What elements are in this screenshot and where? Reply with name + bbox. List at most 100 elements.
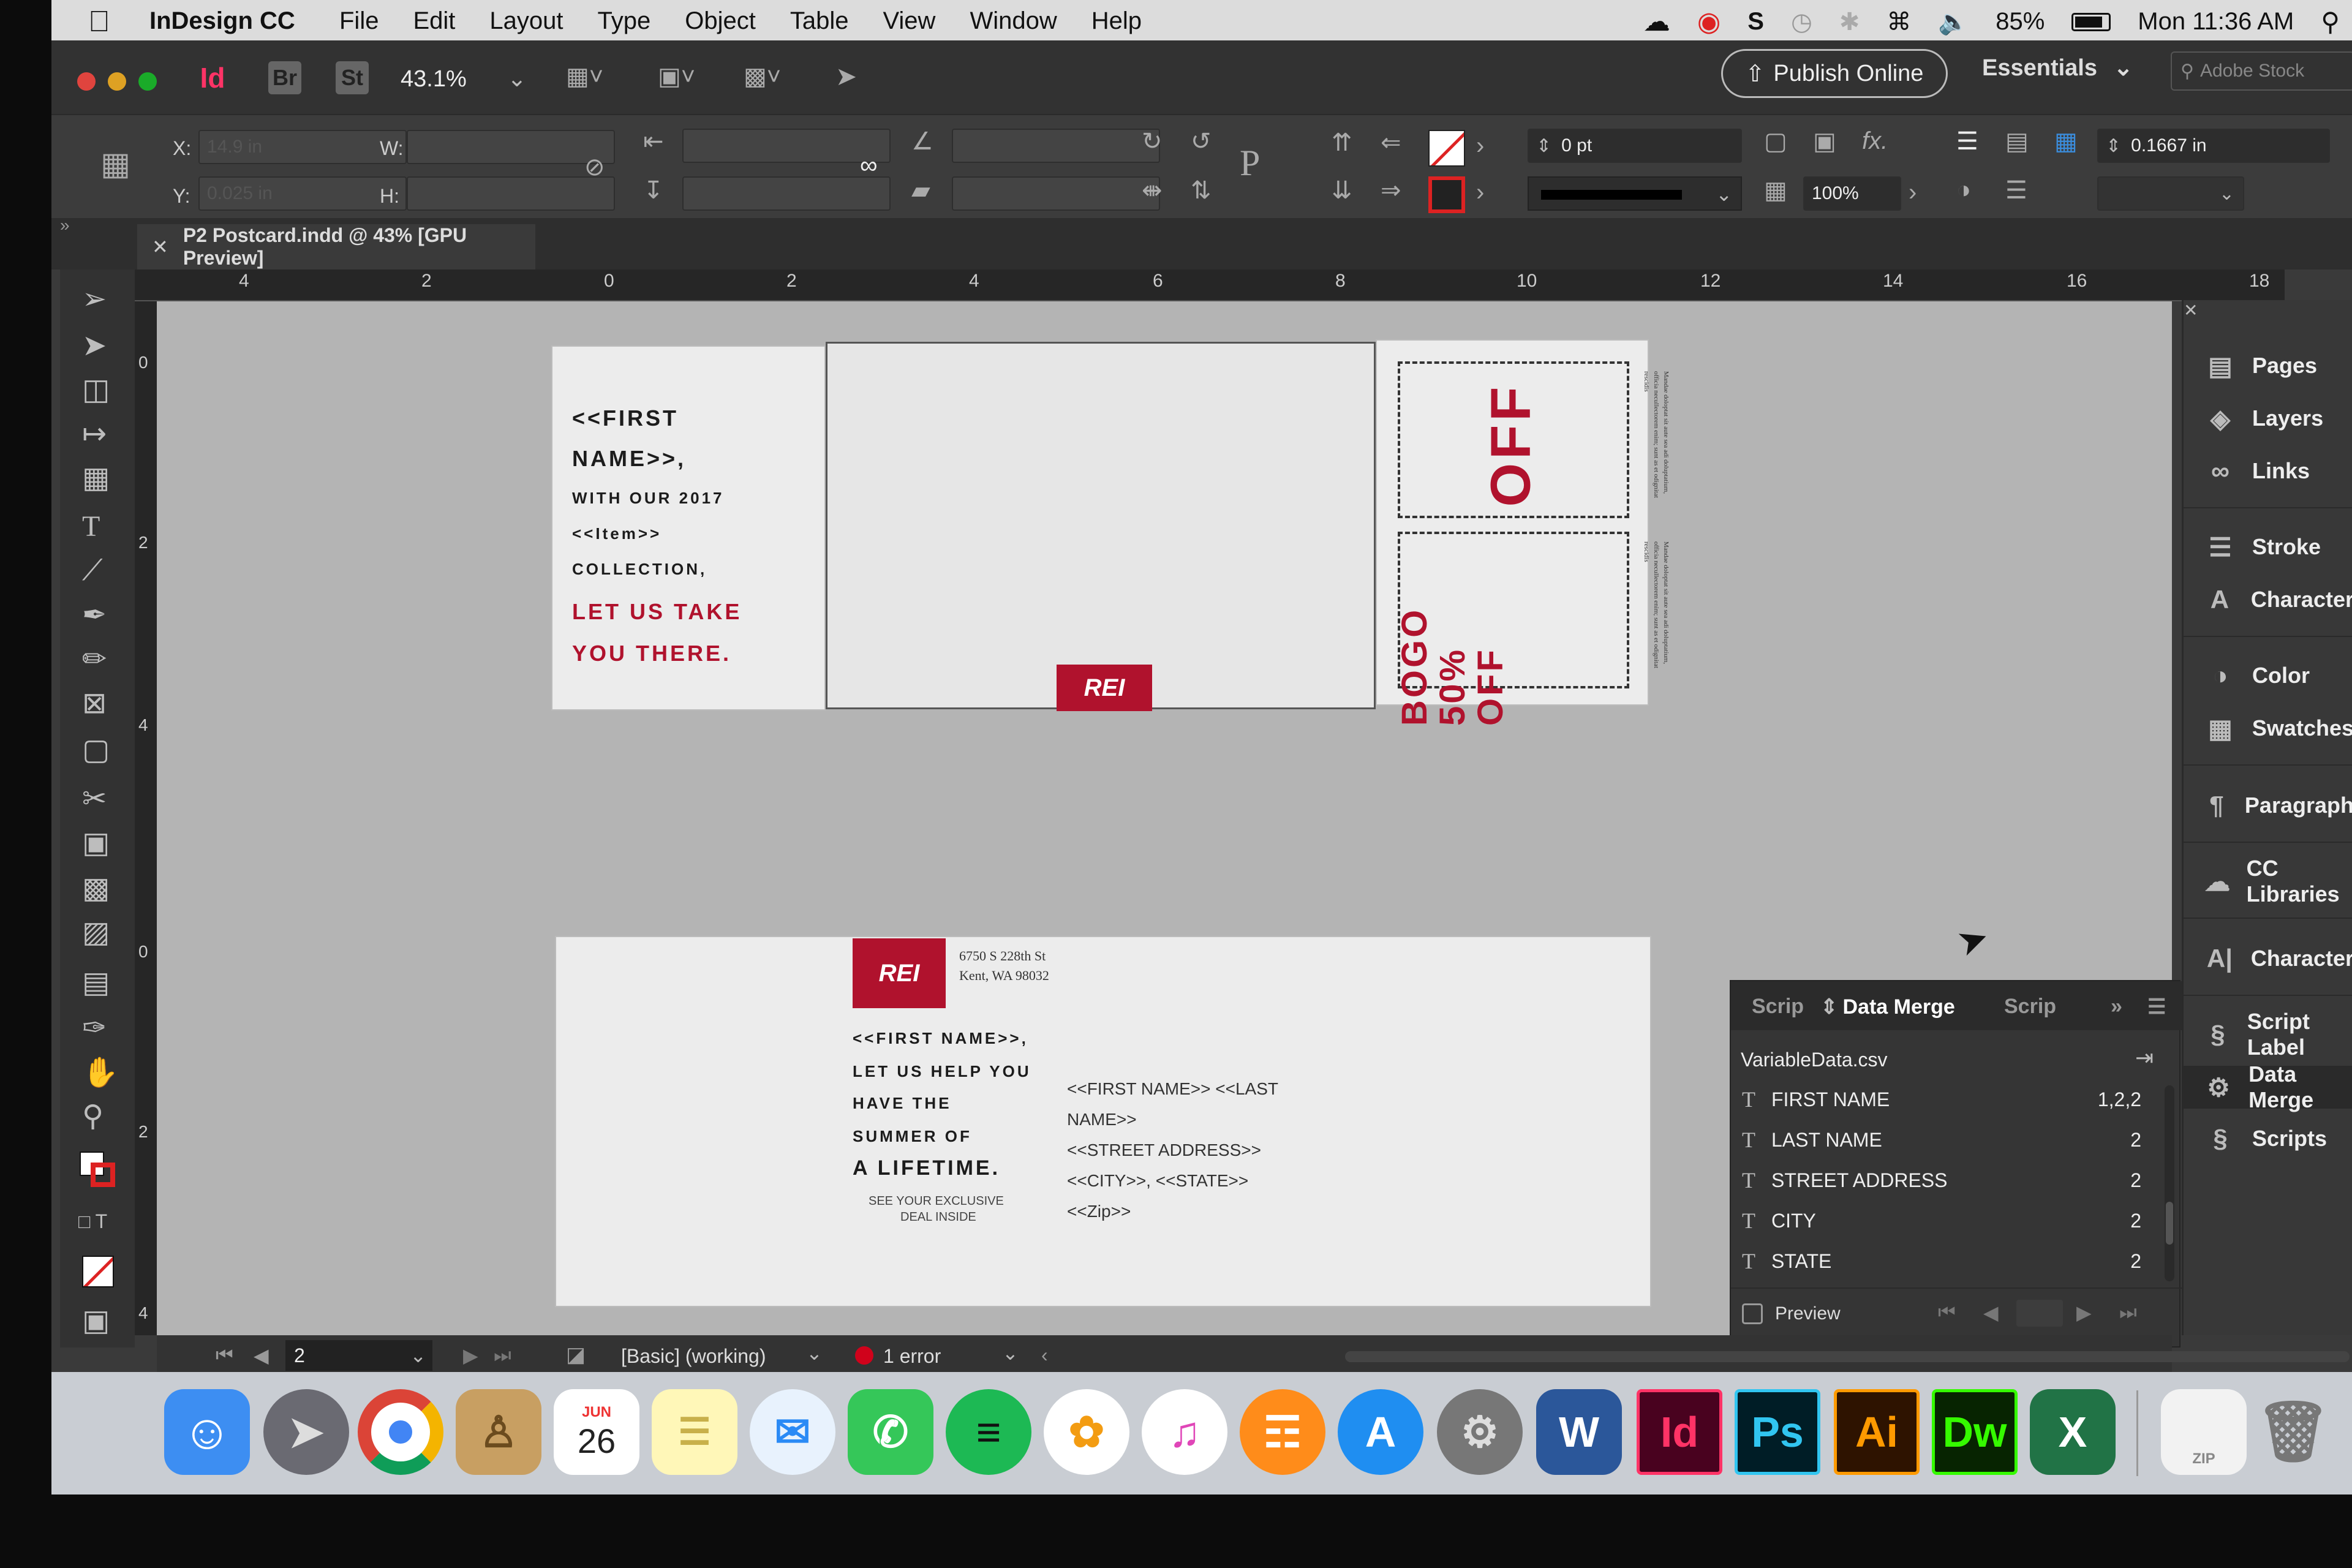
chevron-down-icon[interactable]: ⌄: [806, 1341, 823, 1365]
merge-field-row[interactable]: T LAST NAME 2: [1731, 1120, 2160, 1160]
page-number-field[interactable]: 2 ⌄: [285, 1340, 432, 1371]
panel-stroke[interactable]: ☰ Stroke: [2184, 526, 2352, 568]
merge-field-row[interactable]: T CITY 2: [1731, 1200, 2160, 1241]
y-position-field[interactable]: 0.025 in: [198, 176, 407, 211]
gap-tool-icon[interactable]: ↦: [82, 417, 107, 451]
rotation-icon[interactable]: ∠: [911, 127, 933, 156]
pencil-tool-icon[interactable]: ✏: [82, 642, 107, 676]
panel-script-label[interactable]: § Script Label: [2184, 1009, 2352, 1060]
text-wrap-none-icon[interactable]: ☰: [1956, 127, 1978, 156]
publish-rocket-icon[interactable]: ➤: [835, 61, 857, 91]
scale-x-field[interactable]: [682, 129, 891, 163]
fill-stroke-proxy[interactable]: [80, 1152, 116, 1188]
selection-tool-icon[interactable]: ➢: [82, 282, 107, 316]
zip-archive-icon[interactable]: ZIP: [2161, 1389, 2247, 1475]
panel-menu-icon[interactable]: ☰: [2147, 995, 2166, 1019]
workspace-switcher[interactable]: Essentials ⌄: [1982, 54, 2133, 81]
contacts-app-icon[interactable]: ♙: [456, 1389, 541, 1475]
type-tool-icon[interactable]: T: [82, 510, 100, 543]
merge-field-row[interactable]: T FIRST NAME 1,2,2: [1731, 1079, 2160, 1120]
launchpad-app-icon[interactable]: ➤: [263, 1389, 349, 1475]
scale-y-icon[interactable]: ↧: [643, 176, 664, 205]
menu-object[interactable]: Object: [685, 7, 756, 35]
panel-scripts[interactable]: § Scripts: [2184, 1117, 2352, 1160]
record-number-field[interactable]: [2016, 1300, 2063, 1327]
direct-selection-tool-icon[interactable]: ➤: [82, 328, 107, 363]
panel-links[interactable]: ∞ Links: [2184, 450, 2352, 492]
illustrator-app-icon[interactable]: Ai: [1834, 1389, 1920, 1475]
calendar-app-icon[interactable]: JUN 26: [554, 1389, 639, 1475]
menu-file[interactable]: File: [339, 7, 379, 35]
constrain-proportions-icon[interactable]: ⊘: [584, 153, 605, 181]
front-center-panel[interactable]: REI: [826, 342, 1376, 711]
itunes-app-icon[interactable]: ♫: [1142, 1389, 1227, 1475]
create-merged-document-icon[interactable]: ⇥: [2135, 1045, 2154, 1071]
creative-cloud-icon[interactable]: ☁: [1643, 6, 1670, 37]
rectangle-tool-icon[interactable]: ▢: [82, 733, 110, 767]
object-style-select[interactable]: ⌄: [2097, 176, 2244, 211]
indesign-app-icon[interactable]: Id: [1637, 1389, 1722, 1475]
scroll-left-icon[interactable]: ‹: [1041, 1344, 1048, 1366]
gradient-feather-tool-icon[interactable]: ▨: [82, 915, 110, 949]
messages-app-icon[interactable]: ✉: [750, 1389, 835, 1475]
panel-character[interactable]: A Character: [2184, 578, 2352, 621]
arrange-documents-icon[interactable]: ▩˅: [744, 62, 781, 91]
spotlight-icon[interactable]: ⚲: [2321, 7, 2340, 37]
stroke-chevron-icon[interactable]: ›: [1476, 179, 1484, 206]
tab-scripts[interactable]: Scrip: [2004, 995, 2056, 1019]
system-preferences-app-icon[interactable]: ⚙: [1437, 1389, 1523, 1475]
panel-character-styles[interactable]: A| Character: [2184, 937, 2352, 980]
flip-vertical-icon[interactable]: ⇅: [1191, 176, 1212, 205]
hand-tool-icon[interactable]: ✋: [82, 1055, 119, 1090]
auto-fit-icon[interactable]: ▢: [1764, 127, 1787, 156]
fill-swatch[interactable]: [1428, 130, 1465, 167]
close-icon[interactable]: ✕: [152, 235, 168, 258]
reference-point-icon[interactable]: ▦: [100, 146, 130, 183]
spotify-app-icon[interactable]: ≡: [946, 1389, 1031, 1475]
opacity-field[interactable]: 100%: [1803, 176, 1901, 211]
back-card[interactable]: REI 6750 S 228th St Kent, WA 98032 <<FIR…: [555, 936, 1651, 1307]
screen-mode-icon[interactable]: ▣: [82, 1303, 110, 1338]
close-window-button[interactable]: [77, 72, 96, 91]
bluetooth-icon[interactable]: ✱: [1839, 8, 1860, 36]
flip-horizontal-icon[interactable]: ⇼: [1142, 176, 1163, 205]
p-icon[interactable]: P: [1240, 142, 1260, 184]
time-machine-icon[interactable]: ◷: [1791, 8, 1812, 36]
menu-help[interactable]: Help: [1091, 7, 1142, 35]
adobe-stock-search[interactable]: ⚲ Adobe Stock: [2171, 51, 2352, 91]
skype-icon[interactable]: S: [1747, 8, 1764, 36]
excel-app-icon[interactable]: X: [2030, 1389, 2116, 1475]
menu-view[interactable]: View: [883, 7, 935, 35]
panel-data-merge[interactable]: ⚙ Data Merge: [2184, 1061, 2352, 1112]
note-tool-icon[interactable]: ▤: [82, 965, 110, 1000]
battery-icon[interactable]: [2071, 12, 2111, 31]
content-collector-icon[interactable]: ▦: [82, 461, 110, 495]
link-icon[interactable]: ∞: [860, 152, 878, 179]
scissors-tool-icon[interactable]: ✂: [82, 782, 107, 816]
stroke-swatch[interactable]: [1428, 176, 1465, 213]
wifi-icon[interactable]: ⌘: [1887, 8, 1911, 36]
x-position-field[interactable]: 14.9 in: [198, 130, 407, 164]
page-tool-icon[interactable]: ◫: [82, 372, 110, 407]
last-record-icon[interactable]: ⏭: [2119, 1301, 2137, 1324]
chevron-down-icon[interactable]: ⌄: [1002, 1341, 1019, 1365]
next-page-icon[interactable]: ▶: [463, 1344, 478, 1367]
error-count[interactable]: 1 error: [883, 1345, 941, 1368]
publish-online-button[interactable]: ⇧ Publish Online: [1721, 49, 1948, 98]
text-wrap-bbox-icon[interactable]: ▤: [2005, 127, 2029, 156]
rotate-counterclockwise-icon[interactable]: ↺: [1191, 127, 1212, 156]
document-tab[interactable]: ✕ P2 Postcard.indd @ 43% [GPU Preview]: [137, 224, 535, 270]
facetime-app-icon[interactable]: ✆: [848, 1389, 933, 1475]
minimize-window-button[interactable]: [108, 72, 126, 91]
panel-swatches[interactable]: ▦ Swatches: [2184, 707, 2352, 750]
select-content-icon[interactable]: ⇊: [1332, 176, 1352, 205]
error-indicator-icon[interactable]: [855, 1346, 873, 1365]
first-record-icon[interactable]: ⏮: [1938, 1301, 1956, 1324]
front-left-panel[interactable]: <<FIRST NAME>>, WITH OUR 2017 <<Item>> C…: [551, 345, 826, 710]
coupon-bottom[interactable]: BOGO 50% OFF Mandae doloptat sit aute se…: [1395, 532, 1670, 726]
clock[interactable]: Mon 11:36 AM: [2138, 8, 2294, 36]
rotate-clockwise-icon[interactable]: ↻: [1142, 127, 1163, 156]
chrome-app-icon[interactable]: [358, 1389, 443, 1475]
apple-icon[interactable]: : [88, 5, 110, 39]
expand-tabs-icon[interactable]: »: [2111, 995, 2122, 1019]
